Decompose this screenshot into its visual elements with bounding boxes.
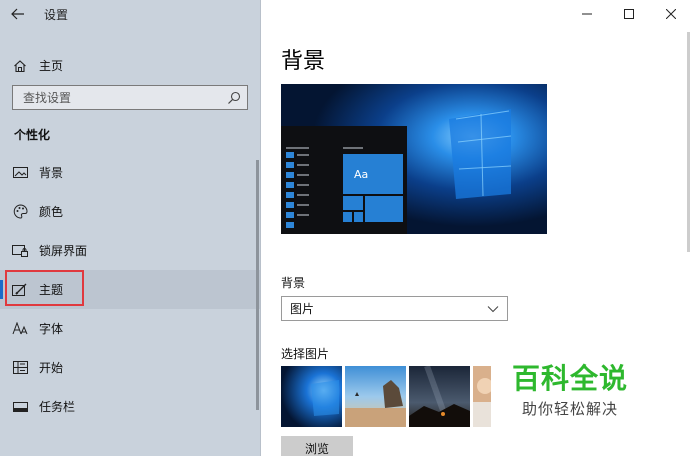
sidebar-item-label: 任务栏 (39, 400, 76, 414)
minimize-button[interactable] (566, 0, 608, 28)
watermark: 百科全说 助你轻松解决 (512, 362, 652, 419)
browse-button[interactable]: 浏览 (281, 436, 353, 456)
close-icon (666, 9, 676, 19)
maximize-button[interactable] (608, 0, 650, 28)
arrow-left-icon (11, 8, 24, 20)
background-preview: Aa (281, 84, 547, 234)
sidebar-item-lock-screen[interactable]: 锁屏界面 (0, 231, 260, 270)
choose-picture-label: 选择图片 (281, 347, 330, 361)
thumbnail-night-sky[interactable] (409, 366, 470, 427)
sidebar-item-colors[interactable]: 颜色 (0, 192, 260, 231)
thumbnail-beach-rocks[interactable] (345, 366, 406, 427)
sidebar-item-fonts[interactable]: 字体 (0, 309, 260, 348)
selection-indicator (0, 280, 3, 299)
title-bar: 设置 (0, 0, 261, 28)
watermark-subtitle: 助你轻松解决 (522, 400, 619, 418)
watermark-title: 百科全说 (512, 362, 629, 395)
sidebar-item-background[interactable]: 背景 (0, 153, 260, 192)
picture-icon (12, 165, 28, 181)
close-button[interactable] (650, 0, 692, 28)
sidebar-item-label: 开始 (39, 361, 64, 375)
background-type-select[interactable]: 图片 (281, 296, 508, 321)
sidebar-item-label: 背景 (39, 166, 64, 180)
chevron-down-icon (487, 305, 499, 312)
search-icon[interactable] (227, 91, 241, 105)
minimize-icon (582, 13, 592, 15)
thumbnail-windows-light[interactable] (281, 366, 342, 427)
back-button[interactable] (0, 0, 36, 28)
sidebar-item-label: 主页 (39, 59, 64, 73)
thumbnail-portrait[interactable] (473, 366, 491, 427)
sidebar-item-label: 锁屏界面 (39, 244, 88, 258)
content-scrollbar[interactable] (687, 32, 690, 252)
taskbar-icon (12, 399, 28, 415)
window-controls (566, 0, 692, 28)
sidebar-item-home[interactable]: 主页 (0, 46, 260, 85)
background-type-value: 图片 (290, 302, 315, 316)
picture-thumbnails (281, 366, 491, 427)
page-title: 背景 (281, 49, 326, 74)
home-icon (12, 58, 28, 74)
start-icon (12, 360, 28, 376)
sidebar-scrollbar[interactable] (256, 160, 259, 410)
sidebar-item-label: 字体 (39, 322, 64, 336)
preview-tile-label: Aa (354, 168, 369, 181)
maximize-icon (624, 9, 634, 19)
sidebar-item-start[interactable]: 开始 (0, 348, 260, 387)
lock-screen-icon (12, 243, 28, 259)
search-field[interactable] (12, 85, 248, 110)
search-input[interactable] (23, 90, 223, 105)
section-header: 个性化 (14, 128, 51, 142)
background-label: 背景 (281, 276, 306, 290)
highlight-annotation (5, 270, 84, 306)
app-title: 设置 (44, 7, 69, 22)
sidebar-item-taskbar[interactable]: 任务栏 (0, 387, 260, 426)
sidebar: 设置 主页 个性化 背景 颜色 锁屏界面 (0, 0, 261, 456)
sidebar-item-label: 颜色 (39, 205, 64, 219)
palette-icon (12, 204, 28, 220)
font-icon (12, 321, 28, 337)
